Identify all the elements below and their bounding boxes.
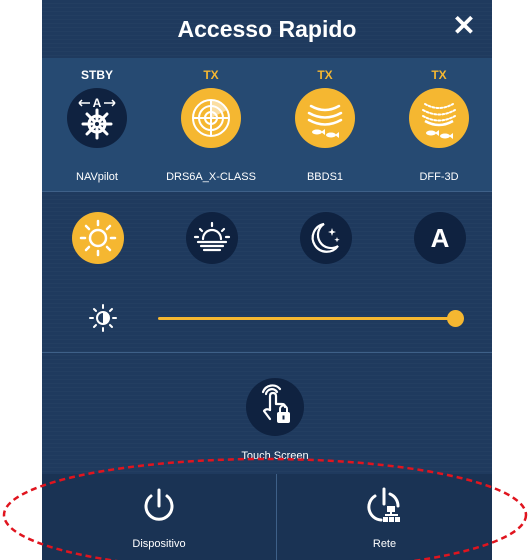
svg-text:A: A xyxy=(93,96,102,110)
source-status: STBY xyxy=(80,68,113,82)
divider xyxy=(42,191,492,192)
touch-screen-lock-button[interactable] xyxy=(246,378,304,436)
auto-a-icon: A xyxy=(431,223,450,253)
close-icon[interactable]: ✕ xyxy=(450,12,478,40)
brightness-slider-thumb[interactable] xyxy=(447,310,464,327)
brightness-slider-track[interactable] xyxy=(158,317,456,320)
source-status: TX xyxy=(317,68,333,82)
radar-icon xyxy=(181,88,241,148)
sunset-icon xyxy=(193,221,231,252)
sensor-source-row: STBY A NAVpilot TX DRS6A_X-CLASS TX BBDS… xyxy=(42,58,492,191)
source-multibeam[interactable]: TX DFF-3D xyxy=(384,58,494,191)
source-label: BBDS1 xyxy=(306,171,344,183)
source-status: TX xyxy=(431,68,447,82)
multibeam-sonar-icon xyxy=(409,88,469,148)
bottom-bar: Dispositivo Rete xyxy=(42,474,492,560)
touch-screen-label: Touch Screen xyxy=(241,450,309,462)
auto-letter: A xyxy=(431,223,450,253)
night-mode-button[interactable] xyxy=(300,212,352,264)
source-label: DFF-3D xyxy=(419,171,459,183)
source-status: TX xyxy=(203,68,219,82)
network-power-icon xyxy=(366,487,400,522)
auto-mode-button[interactable]: A xyxy=(414,212,466,264)
night-moon-icon xyxy=(311,222,340,253)
brightness-icon xyxy=(89,304,117,332)
source-label: DRS6A_X-CLASS xyxy=(166,171,256,183)
device-power-button[interactable]: Dispositivo xyxy=(42,474,276,560)
source-radar[interactable]: TX DRS6A_X-CLASS xyxy=(156,58,266,191)
page-title: Accesso Rapido xyxy=(177,15,357,42)
day-sun-icon xyxy=(79,219,117,257)
network-power-button[interactable]: Rete xyxy=(277,474,492,560)
header: Accesso Rapido ✕ xyxy=(42,0,492,58)
day-mode-button[interactable] xyxy=(72,212,124,264)
fish-finder-icon xyxy=(295,88,355,148)
autopilot-helm-icon: A xyxy=(67,88,127,148)
network-label: Rete xyxy=(372,538,397,550)
divider xyxy=(42,352,492,353)
bottom-divider xyxy=(276,474,277,560)
power-icon xyxy=(144,488,174,521)
device-label: Dispositivo xyxy=(132,538,186,550)
touch-lock-icon xyxy=(261,384,290,423)
quick-access-panel: Accesso Rapido ✕ STBY A NAVpilot TX DRS6… xyxy=(42,0,492,560)
source-navpilot[interactable]: STBY A NAVpilot xyxy=(42,58,152,191)
source-label: NAVpilot xyxy=(76,171,118,183)
source-fish-finder[interactable]: TX BBDS1 xyxy=(270,58,380,191)
sunset-mode-button[interactable] xyxy=(186,212,238,264)
